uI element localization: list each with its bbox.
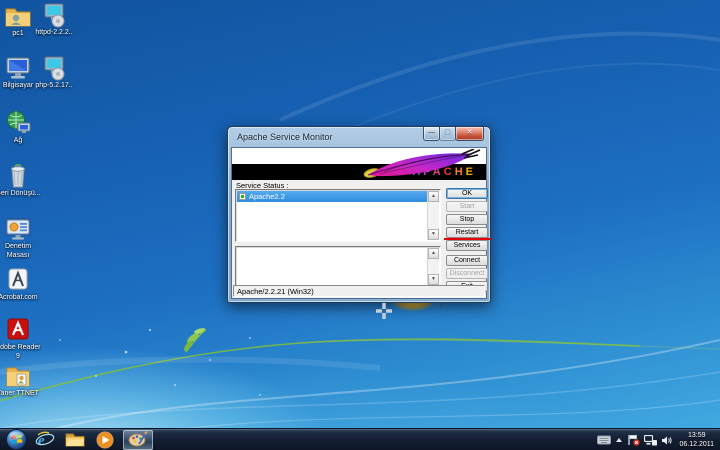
computer-icon bbox=[3, 55, 33, 81]
taskbar-item-paint-active[interactable] bbox=[123, 430, 153, 450]
adobe-reader-icon bbox=[3, 317, 33, 343]
service-status-list[interactable]: Apache2.2 ▲ ▼ bbox=[235, 189, 441, 242]
network-icon[interactable] bbox=[644, 435, 657, 446]
stop-button[interactable]: Stop bbox=[446, 214, 488, 225]
services-button[interactable]: Services bbox=[446, 240, 488, 251]
desktop-icon-acrobat-com[interactable]: Acrobat.com bbox=[0, 267, 42, 303]
clock-time: 13:59 bbox=[679, 431, 714, 440]
system-tray[interactable]: 13:59 06.12.2011 bbox=[593, 429, 717, 450]
desktop-icon-php-installer[interactable]: php-5.2.17.. bbox=[30, 55, 78, 91]
restart-button[interactable]: Restart bbox=[446, 227, 488, 238]
recycle-bin-icon bbox=[3, 163, 33, 189]
window-content: APACHE Service Status : Apache2.2 ▲ ▼ bbox=[231, 147, 487, 299]
desktop-icon-label: httpd-2.2.2.. bbox=[30, 29, 78, 38]
desktop-icon-label: Adobe Reader 9 bbox=[0, 344, 42, 362]
minimize-button[interactable]: — bbox=[423, 127, 440, 141]
start-button[interactable] bbox=[6, 429, 27, 450]
control-panel-icon bbox=[3, 216, 33, 242]
taskbar-item-internet-explorer[interactable]: e bbox=[33, 430, 57, 450]
acrobat-icon bbox=[3, 267, 33, 293]
action-center-flag-icon[interactable] bbox=[627, 434, 640, 446]
scroll-up-icon[interactable]: ▲ bbox=[428, 248, 439, 259]
connect-button[interactable]: Connect bbox=[446, 255, 488, 266]
desktop-icon-label: Acrobat.com bbox=[0, 294, 42, 303]
log-list-scrollbar[interactable]: ▲ ▼ bbox=[427, 248, 439, 285]
service-row-apache22[interactable]: Apache2.2 bbox=[237, 191, 427, 202]
internet-explorer-icon: e bbox=[35, 431, 55, 449]
shared-folder-icon bbox=[3, 3, 33, 29]
volume-icon[interactable] bbox=[661, 435, 673, 446]
scroll-up-icon[interactable]: ▲ bbox=[428, 191, 439, 202]
desktop-icon-label: Taner TTNET bbox=[0, 390, 42, 399]
apache-service-monitor-window[interactable]: Apache Service Monitor — ▢ ✕ APACHE Serv… bbox=[227, 126, 491, 303]
clock-date: 06.12.2011 bbox=[679, 440, 714, 449]
window-status-bar: Apache/2.2.21 (Win32) bbox=[233, 285, 485, 297]
network-globe-icon bbox=[3, 110, 33, 136]
scroll-down-icon[interactable]: ▼ bbox=[428, 274, 439, 285]
windows-start-icon bbox=[6, 429, 27, 450]
desktop-icon-httpd-installer[interactable]: httpd-2.2.2.. bbox=[30, 2, 78, 38]
log-list[interactable]: ▲ ▼ bbox=[235, 246, 441, 287]
tray-clock[interactable]: 13:59 06.12.2011 bbox=[679, 431, 714, 450]
desktop-icon-taner-ttnet[interactable]: Taner TTNET bbox=[0, 363, 42, 399]
service-name: Apache2.2 bbox=[249, 191, 285, 202]
window-titlebar[interactable]: Apache Service Monitor — ▢ ✕ bbox=[228, 127, 490, 147]
desktop-icon-label: Ağ bbox=[0, 137, 42, 146]
desktop-icon-adobe-reader[interactable]: Adobe Reader 9 bbox=[0, 317, 42, 362]
show-hidden-icons-chevron[interactable] bbox=[615, 437, 623, 443]
start-button: Start bbox=[446, 201, 488, 212]
media-player-icon bbox=[96, 431, 114, 449]
service-running-icon bbox=[239, 193, 246, 200]
paint-icon bbox=[128, 431, 148, 448]
installer-icon bbox=[39, 2, 69, 28]
taskbar[interactable]: e bbox=[0, 428, 720, 450]
apache-feather-icon bbox=[354, 149, 482, 180]
taskbar-item-windows-explorer[interactable] bbox=[63, 430, 87, 450]
close-button[interactable]: ✕ bbox=[455, 127, 484, 141]
caption-buttons: — ▢ ✕ bbox=[424, 127, 484, 141]
installer-icon bbox=[39, 55, 69, 81]
desktop-icon-control-panel[interactable]: Denetim Masası bbox=[0, 216, 42, 261]
taskbar-item-media-player[interactable] bbox=[93, 430, 117, 450]
image-folder-icon bbox=[3, 363, 33, 389]
language-keyboard-icon[interactable] bbox=[597, 435, 611, 445]
disconnect-button: Disconnect bbox=[446, 268, 488, 279]
scroll-down-icon[interactable]: ▼ bbox=[428, 229, 439, 240]
maximize-button: ▢ bbox=[439, 127, 456, 141]
desktop-icon-label: Geri Dönüşü... bbox=[0, 190, 42, 199]
ok-button[interactable]: OK bbox=[446, 188, 488, 199]
folder-explorer-icon bbox=[65, 431, 85, 448]
wallpaper-leaf-sprig bbox=[183, 327, 207, 352]
desktop-icon-label: php-5.2.17.. bbox=[30, 82, 78, 91]
desktop-icon-recycle-bin[interactable]: Geri Dönüşü... bbox=[0, 163, 42, 199]
window-title: Apache Service Monitor bbox=[237, 132, 333, 142]
service-list-scrollbar[interactable]: ▲ ▼ bbox=[427, 191, 439, 240]
desktop-icon-ag[interactable]: Ağ bbox=[0, 110, 42, 146]
desktop-icon-label: Denetim Masası bbox=[0, 243, 42, 261]
